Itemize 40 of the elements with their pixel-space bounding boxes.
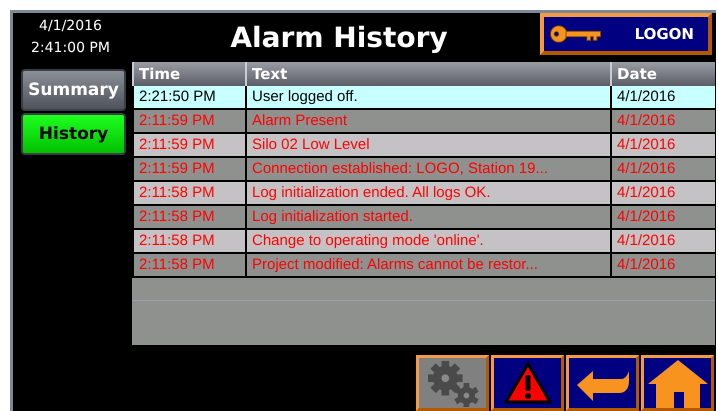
table-cell: 4/1/2016 <box>610 206 715 228</box>
table-cell: User logged off. <box>245 86 610 108</box>
screen-title: Alarm History <box>229 20 449 54</box>
table-cell: 2:11:59 PM <box>132 110 245 132</box>
table-cell: 2:11:58 PM <box>132 182 245 204</box>
table-row[interactable]: 2:11:58 PM Change to operating mode 'online'. 4/1/2016 <box>132 230 715 254</box>
table-cell: Project modified: Alarms cannot be restor... <box>245 254 610 276</box>
table-cell: 2:11:58 PM <box>132 206 245 228</box>
table-cell: 4/1/2016 <box>610 158 715 180</box>
home-button[interactable] <box>641 355 714 411</box>
table-cell: Connection established: LOGO, Station 19... <box>245 158 610 180</box>
warning-icon <box>502 361 552 405</box>
back-button[interactable] <box>566 355 639 411</box>
table-cell: Log initialization ended. All logs OK. <box>245 182 610 204</box>
table-row[interactable]: 2:21:50 PM User logged off. 4/1/2016 <box>132 86 715 110</box>
table-cell: 2:11:58 PM <box>132 230 245 252</box>
table-cell: 4/1/2016 <box>610 254 715 276</box>
logon-button[interactable]: LOGON <box>540 13 712 55</box>
table-cell: Alarm Present <box>245 110 610 132</box>
table-row[interactable]: 2:11:58 PM Log initialization ended. All logs OK. 4/1/2016 <box>132 182 715 206</box>
nav-tab[interactable]: History <box>21 113 126 155</box>
table-cell: 2:21:50 PM <box>132 86 245 108</box>
table-cell: Log initialization started. <box>245 206 610 228</box>
table-cell: 4/1/2016 <box>610 134 715 156</box>
alarm-button[interactable] <box>491 355 564 411</box>
time-label: 2:41:00 PM <box>31 39 110 58</box>
date-label: 4/1/2016 <box>39 17 102 36</box>
table-cell: Silo 02 Low Level <box>245 134 610 156</box>
table-cell: 4/1/2016 <box>610 110 715 132</box>
table-cell: 2:11:58 PM <box>132 254 245 276</box>
table-cell: Change to operating mode 'online'. <box>245 230 610 252</box>
nav-tab[interactable]: Summary <box>21 69 126 111</box>
home-icon <box>646 358 710 408</box>
table-cell: 2:11:59 PM <box>132 134 245 156</box>
table-cell: 2:11:59 PM <box>132 158 245 180</box>
table-cell: 4/1/2016 <box>610 230 715 252</box>
key-icon <box>548 24 604 44</box>
table-cell: 4/1/2016 <box>610 182 715 204</box>
table-row[interactable]: 2:11:59 PM Silo 02 Low Level 4/1/2016 <box>132 134 715 158</box>
table-cell: 4/1/2016 <box>610 86 715 108</box>
